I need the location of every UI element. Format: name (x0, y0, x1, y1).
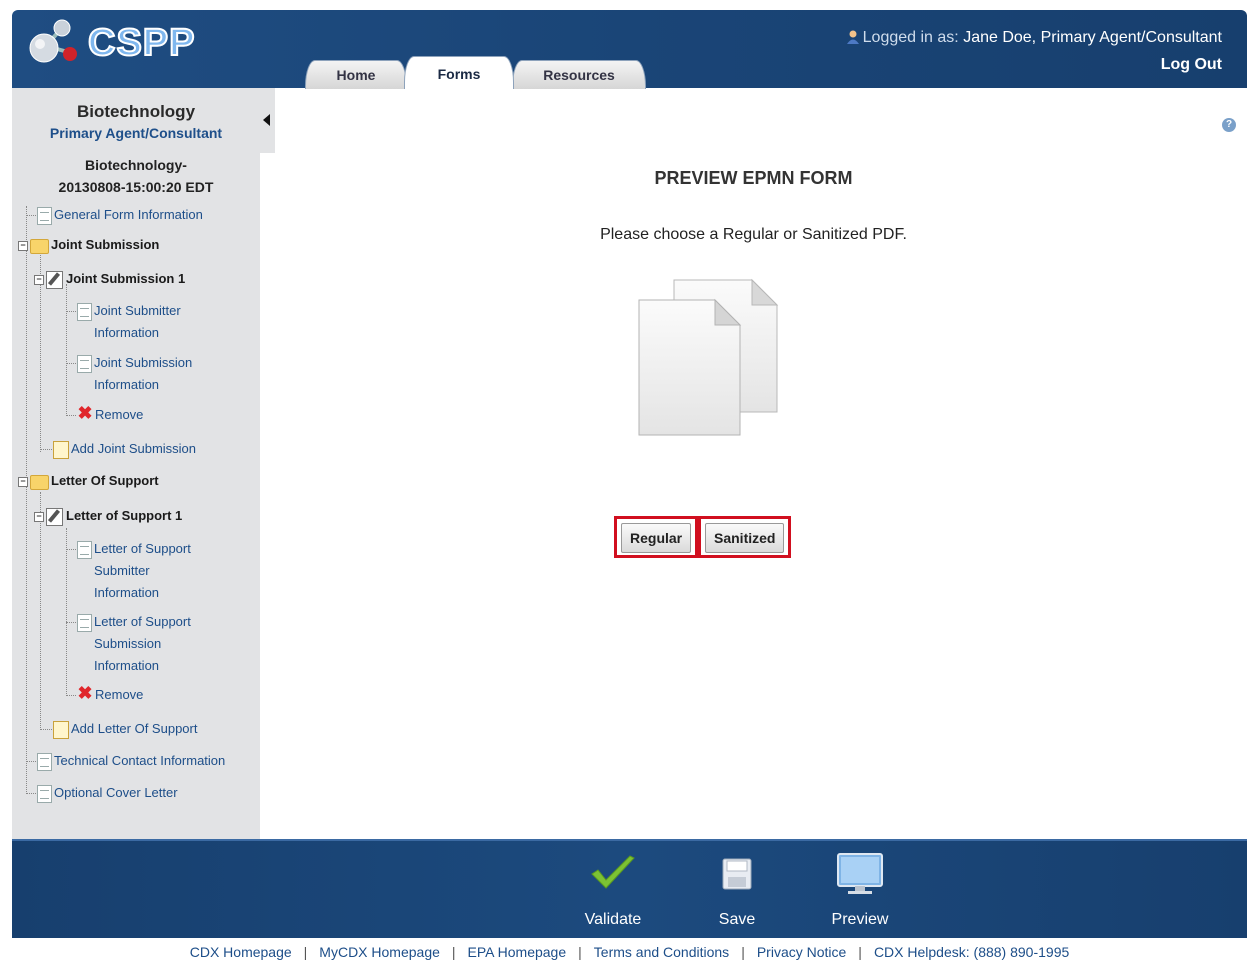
sidebar-item-optional-cover-letter[interactable]: Optional Cover Letter (26, 782, 178, 804)
pdf-documents-icon (638, 278, 779, 436)
edit-document-icon (46, 271, 63, 289)
document-icon (37, 753, 52, 771)
tab-home[interactable]: Home (305, 60, 407, 89)
sidebar-item-remove-letter-of-support[interactable]: ✖ Remove (66, 684, 143, 706)
footer-action-bar: Validate Save Preview (12, 839, 1247, 938)
cdx-homepage-link[interactable]: CDX Homepage (190, 944, 292, 960)
sanitized-pdf-button-highlight: Sanitized (698, 516, 792, 558)
collapse-toggle-icon[interactable]: − (18, 241, 28, 251)
edit-document-icon (46, 508, 63, 526)
collapse-toggle-icon[interactable]: − (18, 477, 28, 487)
remove-icon: ✖ (77, 683, 93, 703)
folder-icon (30, 475, 49, 490)
sanitized-pdf-button[interactable]: Sanitized (705, 523, 785, 553)
sidebar-item-letter-of-support-submission-information[interactable]: Letter of Support Submission Information (66, 611, 216, 677)
help-icon[interactable]: ? (1222, 118, 1236, 132)
mycdx-homepage-link[interactable]: MyCDX Homepage (319, 944, 440, 960)
privacy-notice-link[interactable]: Privacy Notice (757, 944, 846, 960)
preview-button[interactable]: Preview (815, 847, 905, 929)
sidebar-item-letter-of-support-submitter-information[interactable]: Letter of Support Submitter Information (66, 538, 216, 604)
collapse-arrow-icon (263, 114, 270, 126)
document-icon (37, 785, 52, 803)
submission-id: Biotechnology- 20130808-15:00:20 EDT (58, 157, 214, 195)
logout-link[interactable]: Log Out (1161, 56, 1222, 74)
login-status: Logged in as: Jane Doe, Primary Agent/Co… (846, 28, 1222, 47)
add-document-icon (53, 441, 69, 459)
tab-forms[interactable]: Forms (404, 56, 514, 89)
footer-links: CDX Homepage | MyCDX Homepage | EPA Homepage… (189, 944, 1070, 960)
page-title: PREVIEW EPMN FORM (654, 168, 853, 188)
monitor-icon (837, 853, 883, 894)
checkmark-icon (591, 855, 635, 889)
sidebar-item-joint-submission[interactable]: − Joint Submission (18, 234, 159, 256)
sidebar-item-add-joint-submission[interactable]: Add Joint Submission (40, 438, 196, 460)
document-icon (77, 355, 92, 373)
instruction-text: Please choose a Regular or Sanitized PDF… (600, 226, 907, 243)
add-document-icon (53, 721, 69, 739)
validate-button[interactable]: Validate (568, 847, 658, 929)
sidebar-item-letter-of-support-1[interactable]: − Letter of Support 1 (34, 505, 182, 527)
logo-text: CSPP (87, 21, 196, 65)
sidebar-item-general-form-information[interactable]: General Form Information (26, 204, 203, 226)
cdx-helpdesk-link[interactable]: CDX Helpdesk: (888) 890-1995 (874, 944, 1069, 960)
sidebar-item-remove-joint-submission[interactable]: ✖ Remove (66, 404, 143, 426)
molecule-icon (29, 19, 77, 63)
tab-resources[interactable]: Resources (512, 60, 646, 89)
terms-and-conditions-link[interactable]: Terms and Conditions (594, 944, 729, 960)
sidebar-nav: Biotechnology Primary Agent/Consultant B… (12, 88, 260, 840)
floppy-disk-icon (722, 858, 752, 890)
sidebar-item-joint-submission-1[interactable]: − Joint Submission 1 (34, 268, 185, 290)
user-name: Jane Doe, Primary Agent/Consultant (963, 29, 1222, 46)
cspp-logo[interactable]: CSPP (26, 16, 216, 66)
collapse-toggle-icon[interactable]: − (34, 512, 44, 522)
document-icon (77, 614, 92, 632)
sidebar-collapse-handle[interactable] (260, 88, 275, 153)
user-icon (846, 30, 859, 44)
regular-pdf-button[interactable]: Regular (621, 523, 692, 553)
document-icon (77, 303, 92, 321)
sidebar-item-joint-submitter-information[interactable]: Joint Submitter Information (66, 300, 216, 344)
collapse-toggle-icon[interactable]: − (34, 275, 44, 285)
folder-icon (30, 239, 49, 254)
sidebar-item-add-letter-of-support[interactable]: Add Letter Of Support (40, 718, 197, 740)
sidebar-item-joint-submission-information[interactable]: Joint Submission Information (66, 352, 216, 396)
remove-icon: ✖ (77, 403, 93, 423)
sidebar-role: Primary Agent/Consultant (49, 125, 223, 141)
sidebar-item-technical-contact-information[interactable]: Technical Contact Information (26, 750, 225, 772)
save-button[interactable]: Save (692, 847, 782, 929)
document-icon (77, 541, 92, 559)
regular-pdf-button-highlight: Regular (614, 516, 699, 558)
sidebar-item-letter-of-support[interactable]: − Letter Of Support (18, 470, 159, 492)
document-icon (37, 207, 52, 225)
sidebar-title: Biotechnology (76, 102, 196, 121)
epa-homepage-link[interactable]: EPA Homepage (468, 944, 567, 960)
login-prefix: Logged in as: (862, 29, 964, 46)
